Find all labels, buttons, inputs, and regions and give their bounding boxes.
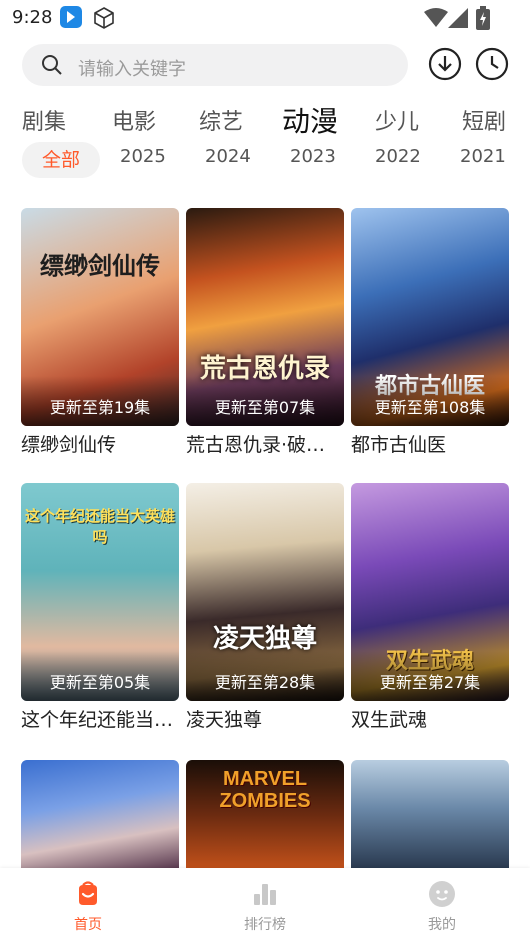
category-tabs: 剧集 电影 综艺 动漫 少儿 短剧 <box>0 98 530 140</box>
status-time: 9:28 <box>12 7 53 28</box>
year-filter: 全部 2025 2024 2023 2022 2021 <box>0 140 530 180</box>
episode-badge: 更新至第27集 <box>379 673 481 692</box>
package-icon <box>92 6 116 34</box>
profile-icon <box>429 881 455 907</box>
wifi-icon <box>424 8 448 32</box>
poster-image <box>351 760 509 868</box>
battery-icon <box>476 6 490 34</box>
tab-tv-series[interactable]: 剧集 <box>22 104 66 136</box>
clock-icon <box>475 47 509 81</box>
search-placeholder: 请输入关键字 <box>78 59 186 80</box>
nav-profile[interactable]: 我的 <box>382 868 502 942</box>
episode-badge: 更新至第07集 <box>214 398 316 417</box>
search-icon <box>40 53 64 81</box>
nav-ranking[interactable]: 排行榜 <box>205 868 325 942</box>
year-2021[interactable]: 2021 <box>460 146 506 167</box>
poster-title-art: 缥缈剑仙传 <box>40 251 160 280</box>
year-2024[interactable]: 2024 <box>205 146 251 167</box>
tab-anime[interactable]: 动漫 <box>282 100 338 140</box>
poster-image <box>21 760 179 868</box>
download-icon <box>428 47 462 81</box>
app-notification-icon <box>60 6 82 28</box>
card-title: 都市古仙医 <box>351 434 447 456</box>
poster-image: 凌天独尊 更新至第28集 <box>186 483 344 701</box>
nav-home[interactable]: 首页 <box>28 868 148 942</box>
bar-chart-icon <box>254 884 276 905</box>
episode-badge: 更新至第28集 <box>214 673 316 692</box>
search-input[interactable]: 请输入关键字 <box>22 44 408 86</box>
poster-image: 荒古恩仇录 更新至第07集 <box>186 208 344 426</box>
card-title: 荒古恩仇录·破… <box>186 434 326 456</box>
tab-short-drama[interactable]: 短剧 <box>462 104 506 136</box>
poster-image: 缥缈剑仙传 更新至第19集 <box>21 208 179 426</box>
poster-image: MARVEL ZOMBIES <box>186 760 344 868</box>
history-button[interactable] <box>475 47 509 81</box>
bottom-navigation: 首页 排行榜 我的 <box>0 868 530 942</box>
home-icon <box>79 881 97 905</box>
poster-title-art: 凌天独尊 <box>212 624 317 654</box>
year-2023[interactable]: 2023 <box>290 146 336 167</box>
poster-image: 这个年纪还能当大英雄吗 更新至第05集 <box>21 483 179 701</box>
status-bar: 9:28 <box>0 0 530 36</box>
signal-icon <box>448 8 468 32</box>
tab-kids[interactable]: 少儿 <box>375 104 419 136</box>
card-title: 缥缈剑仙传 <box>21 434 117 456</box>
poster-title-art: 这个年纪还能当大英雄吗 <box>24 507 175 546</box>
year-2022[interactable]: 2022 <box>375 146 421 167</box>
year-all[interactable]: 全部 <box>22 142 100 178</box>
card-title: 双生武魂 <box>351 709 428 731</box>
tab-variety[interactable]: 综艺 <box>199 104 243 136</box>
episode-badge: 更新至第108集 <box>374 398 486 417</box>
download-button[interactable] <box>428 47 462 81</box>
card-title: 凌天独尊 <box>186 709 263 731</box>
poster-image: 双生武魂 更新至第27集 <box>351 483 509 701</box>
episode-badge: 更新至第19集 <box>49 398 151 417</box>
nav-ranking-label: 排行榜 <box>244 917 286 933</box>
nav-profile-label: 我的 <box>428 917 456 933</box>
nav-home-label: 首页 <box>74 917 102 933</box>
poster-image: 都市古仙医 更新至第108集 <box>351 208 509 426</box>
episode-badge: 更新至第05集 <box>49 673 151 692</box>
poster-title-art: MARVEL ZOMBIES <box>219 768 311 812</box>
tab-movies[interactable]: 电影 <box>112 104 156 136</box>
card-title: 这个年纪还能当… <box>21 709 174 731</box>
year-2025[interactable]: 2025 <box>120 146 166 167</box>
